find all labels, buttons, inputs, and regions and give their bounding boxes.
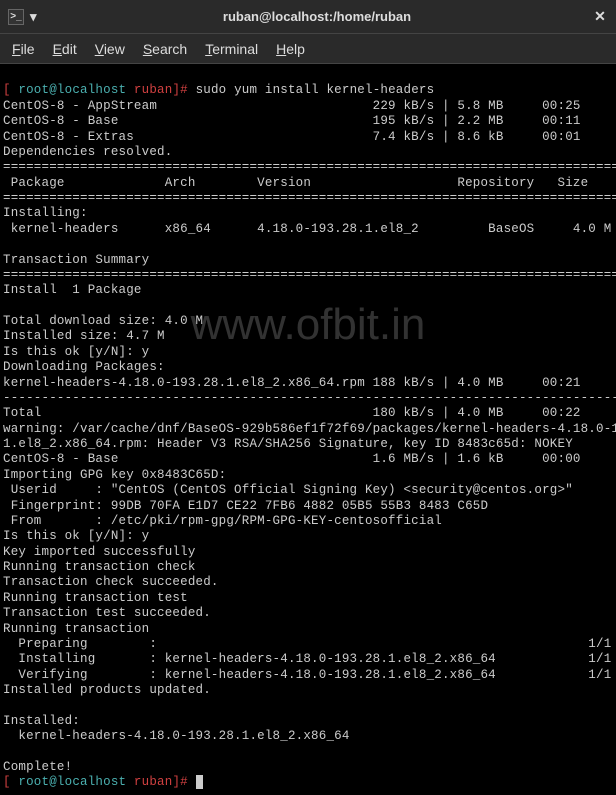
- output-line: Running transaction: [3, 622, 149, 636]
- output-line: ----------------------------------------…: [3, 391, 616, 405]
- output-line: Complete!: [3, 760, 72, 774]
- menu-view[interactable]: View: [95, 41, 125, 57]
- output-line: Installed products updated.: [3, 683, 211, 697]
- output-line: warning: /var/cache/dnf/BaseOS-929b586ef…: [3, 422, 616, 436]
- output-line: Package Arch Version Repository Size: [3, 176, 588, 190]
- output-line: Running transaction test: [3, 591, 188, 605]
- dropdown-icon[interactable]: ▾: [30, 9, 42, 25]
- output-line: Transaction Summary: [3, 253, 149, 267]
- output-line: Is this ok [y/N]: y: [3, 529, 149, 543]
- output-line: CentOS-8 - Base 195 kB/s | 2.2 MB 00:11: [3, 114, 581, 128]
- output-line: kernel-headers-4.18.0-193.28.1.el8_2.x86…: [3, 729, 350, 743]
- menu-help[interactable]: Help: [276, 41, 305, 57]
- menu-edit[interactable]: Edit: [53, 41, 77, 57]
- menu-bar: File Edit View Search Terminal Help: [0, 34, 616, 64]
- output-line: Userid : "CentOS (CentOS Official Signin…: [3, 483, 573, 497]
- cursor: [196, 775, 203, 789]
- terminal-output[interactable]: [ root@localhost ruban]# sudo yum instal…: [0, 64, 616, 795]
- output-line: Installed:: [3, 714, 80, 728]
- menu-terminal[interactable]: Terminal: [205, 41, 258, 57]
- output-line: Preparing : 1/1: [3, 637, 611, 651]
- output-line: Key imported successfully: [3, 545, 196, 559]
- output-line: Install 1 Package: [3, 283, 142, 297]
- command-text: sudo yum install kernel-headers: [196, 83, 435, 97]
- close-icon[interactable]: ✕: [592, 9, 608, 25]
- output-line: Verifying : kernel-headers-4.18.0-193.28…: [3, 668, 611, 682]
- output-line: Total download size: 4.0 M: [3, 314, 203, 328]
- output-line: Installing : kernel-headers-4.18.0-193.2…: [3, 652, 611, 666]
- output-line: Installing:: [3, 206, 88, 220]
- menu-search[interactable]: Search: [143, 41, 187, 57]
- output-line: Total 180 kB/s | 4.0 MB 00:22: [3, 406, 581, 420]
- output-line: 1.el8_2.x86_64.rpm: Header V3 RSA/SHA256…: [3, 437, 573, 451]
- output-line: Fingerprint: 99DB 70FA E1D7 CE22 7FB6 48…: [3, 499, 488, 513]
- window-title: ruban@localhost:/home/ruban: [42, 9, 592, 24]
- output-line: Is this ok [y/N]: y: [3, 345, 149, 359]
- output-line: kernel-headers-4.18.0-193.28.1.el8_2.x86…: [3, 376, 581, 390]
- output-line: Dependencies resolved.: [3, 145, 172, 159]
- output-line: CentOS-8 - Base 1.6 MB/s | 1.6 kB 00:00: [3, 452, 581, 466]
- prompt-line: [ root@localhost ruban]# sudo yum instal…: [3, 83, 434, 97]
- output-line: ========================================…: [3, 191, 616, 205]
- menu-file[interactable]: File: [12, 41, 35, 57]
- output-line: Installed size: 4.7 M: [3, 329, 165, 343]
- output-line: Running transaction check: [3, 560, 196, 574]
- title-bar: >_ ▾ ruban@localhost:/home/ruban ✕: [0, 0, 616, 34]
- terminal-icon: >_: [8, 9, 24, 25]
- output-line: ========================================…: [3, 160, 616, 174]
- output-line: kernel-headers x86_64 4.18.0-193.28.1.el…: [3, 222, 611, 236]
- output-line: Transaction test succeeded.: [3, 606, 211, 620]
- output-line: Downloading Packages:: [3, 360, 165, 374]
- output-line: Importing GPG key 0x8483C65D:: [3, 468, 226, 482]
- output-line: CentOS-8 - AppStream 229 kB/s | 5.8 MB 0…: [3, 99, 581, 113]
- output-line: CentOS-8 - Extras 7.4 kB/s | 8.6 kB 00:0…: [3, 130, 581, 144]
- output-line: ========================================…: [3, 268, 616, 282]
- output-line: Transaction check succeeded.: [3, 575, 219, 589]
- prompt-line: [ root@localhost ruban]#: [3, 775, 203, 789]
- output-line: From : /etc/pki/rpm-gpg/RPM-GPG-KEY-cent…: [3, 514, 442, 528]
